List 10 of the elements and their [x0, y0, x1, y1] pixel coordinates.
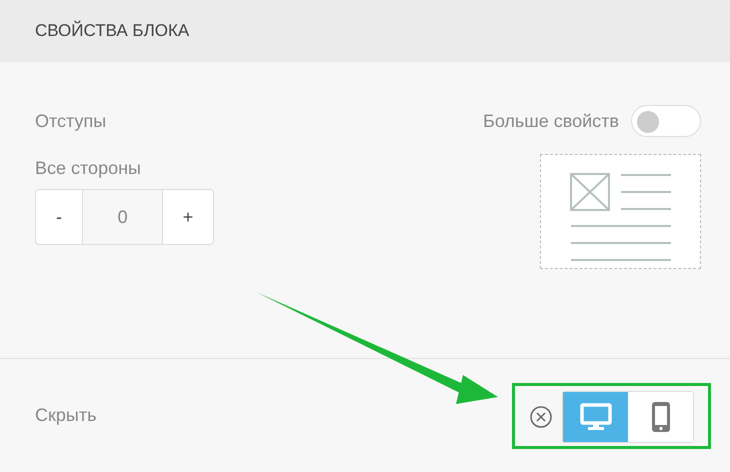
all-sides-label: Все стороны [35, 158, 142, 179]
more-properties-label: Больше свойств [483, 110, 619, 132]
desktop-button[interactable] [563, 392, 628, 442]
close-icon[interactable] [529, 405, 553, 429]
margins-label: Отступы [35, 110, 106, 132]
toggle-switch[interactable] [631, 105, 701, 137]
hide-label: Скрыть [35, 405, 96, 426]
panel-title: СВОЙСТВА БЛОКА [35, 21, 190, 41]
phone-icon [650, 401, 670, 433]
monitor-icon [580, 403, 612, 431]
